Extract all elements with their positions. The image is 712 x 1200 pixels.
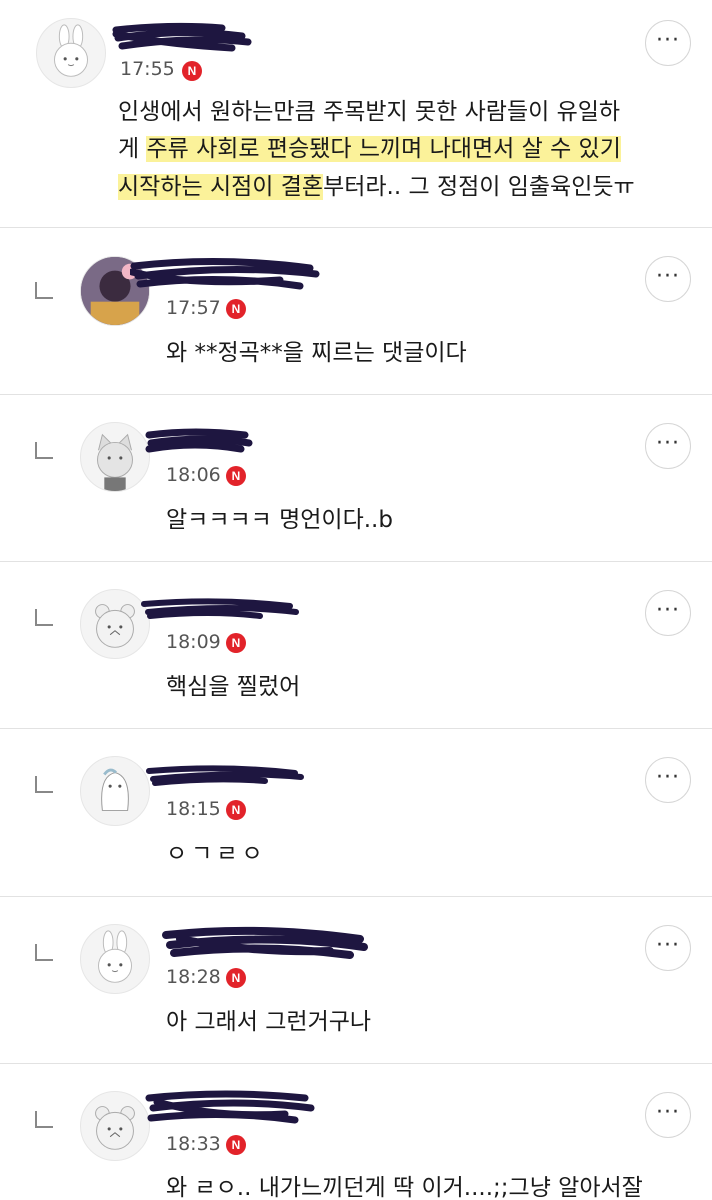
comment-time: 17:57 — [166, 297, 221, 319]
more-options-button[interactable]: ··· — [645, 590, 691, 636]
reply-arrow-icon — [35, 776, 53, 793]
bunny-avatar-icon[interactable] — [80, 924, 150, 994]
reply-arrow-icon — [35, 282, 53, 299]
reply-arrow-icon — [35, 1111, 53, 1128]
comment-text-line-1: 인생에서 원하는만큼 주목받지 못한 사람들이 유일하 — [118, 92, 620, 132]
highlighted-text: 시작하는 시점이 결혼 — [118, 174, 324, 200]
comment-time: 18:33 — [166, 1133, 221, 1155]
redacted-username — [130, 257, 320, 290]
comment-time: 18:28 — [166, 966, 221, 988]
reply-item: 17:57 N ··· 와 **정곡**을 찌르는 댓글이다 — [0, 228, 712, 395]
reply-item: 18:33 N ··· 와 ㄹㅇ.. 내가느끼던게 딱 이거....;;그냥 알… — [0, 1064, 712, 1200]
comment-time: 18:09 — [166, 631, 221, 653]
reply-item: 18:28 N ··· 아 그래서 그런거구나 — [0, 897, 712, 1064]
comment-text: 아 그래서 그런거구나 — [166, 1009, 372, 1035]
highlighted-text: 주류 사회로 편승됐다 느끼며 나대면서 살 수 있기 — [146, 136, 621, 162]
more-options-button[interactable]: ··· — [645, 757, 691, 803]
redacted-username — [112, 22, 252, 52]
comment-item: 17:55 N ··· 인생에서 원하는만큼 주목받지 못한 사람들이 유일하 … — [0, 0, 712, 228]
new-badge: N — [226, 633, 246, 653]
new-badge: N — [182, 61, 202, 81]
comment-text-line-2: 게 주류 사회로 편승됐다 느끼며 나대면서 살 수 있기 — [118, 129, 621, 169]
reply-item: 18:09 N ··· 핵심을 찔렀어 — [0, 562, 712, 729]
comment-time: 18:06 — [166, 464, 221, 486]
more-options-button[interactable]: ··· — [645, 423, 691, 469]
text-segment: 부터라.. 그 정점이 임출육인듯ㅠ — [323, 174, 635, 200]
cat-avatar-icon[interactable] — [80, 422, 150, 492]
comment-text: 핵심을 찔렀어 — [166, 674, 301, 700]
bunny-avatar-icon[interactable] — [36, 18, 106, 88]
more-options-button[interactable]: ··· — [645, 1092, 691, 1138]
redacted-username — [145, 428, 253, 453]
redacted-username — [141, 598, 299, 619]
more-options-button[interactable]: ··· — [645, 20, 691, 66]
comment-text: 알ㅋㅋㅋㅋ 명언이다..b — [166, 507, 393, 533]
new-badge: N — [226, 299, 246, 319]
bear-avatar-icon[interactable] — [80, 1091, 150, 1161]
comment-text: 와 ㄹㅇ.. 내가느끼던게 딱 이거....;;그냥 알아서잘 — [166, 1175, 643, 1200]
penguin-avatar-icon[interactable] — [80, 756, 150, 826]
reply-arrow-icon — [35, 442, 53, 459]
more-options-button[interactable]: ··· — [645, 925, 691, 971]
text-segment: 게 — [118, 136, 147, 162]
comment-text-line-3: 시작하는 시점이 결혼부터라.. 그 정점이 임출육인듯ㅠ — [118, 167, 635, 207]
redacted-username — [146, 765, 304, 786]
text-segment: 인생에서 원하는만큼 주목받지 못한 사람들이 유일하 — [118, 99, 621, 125]
new-badge: N — [226, 1135, 246, 1155]
comment-text: ㅇㄱㄹㅇ — [166, 841, 267, 867]
new-badge: N — [226, 466, 246, 486]
new-badge: N — [226, 968, 246, 988]
comment-feed: 17:55 N ··· 인생에서 원하는만큼 주목받지 못한 사람들이 유일하 … — [0, 0, 712, 1200]
redacted-username — [145, 1090, 315, 1124]
reply-item: 18:06 N ··· 알ㅋㅋㅋㅋ 명언이다..b — [0, 395, 712, 562]
new-badge: N — [226, 800, 246, 820]
comment-text: 와 **정곡**을 찌르는 댓글이다 — [166, 340, 467, 366]
redacted-username — [162, 926, 368, 959]
comment-time: 17:55 — [120, 58, 175, 80]
reply-arrow-icon — [35, 609, 53, 626]
reply-arrow-icon — [35, 944, 53, 961]
reply-item: 18:15 N ··· ㅇㄱㄹㅇ — [0, 729, 712, 897]
more-options-button[interactable]: ··· — [645, 256, 691, 302]
comment-time: 18:15 — [166, 798, 221, 820]
